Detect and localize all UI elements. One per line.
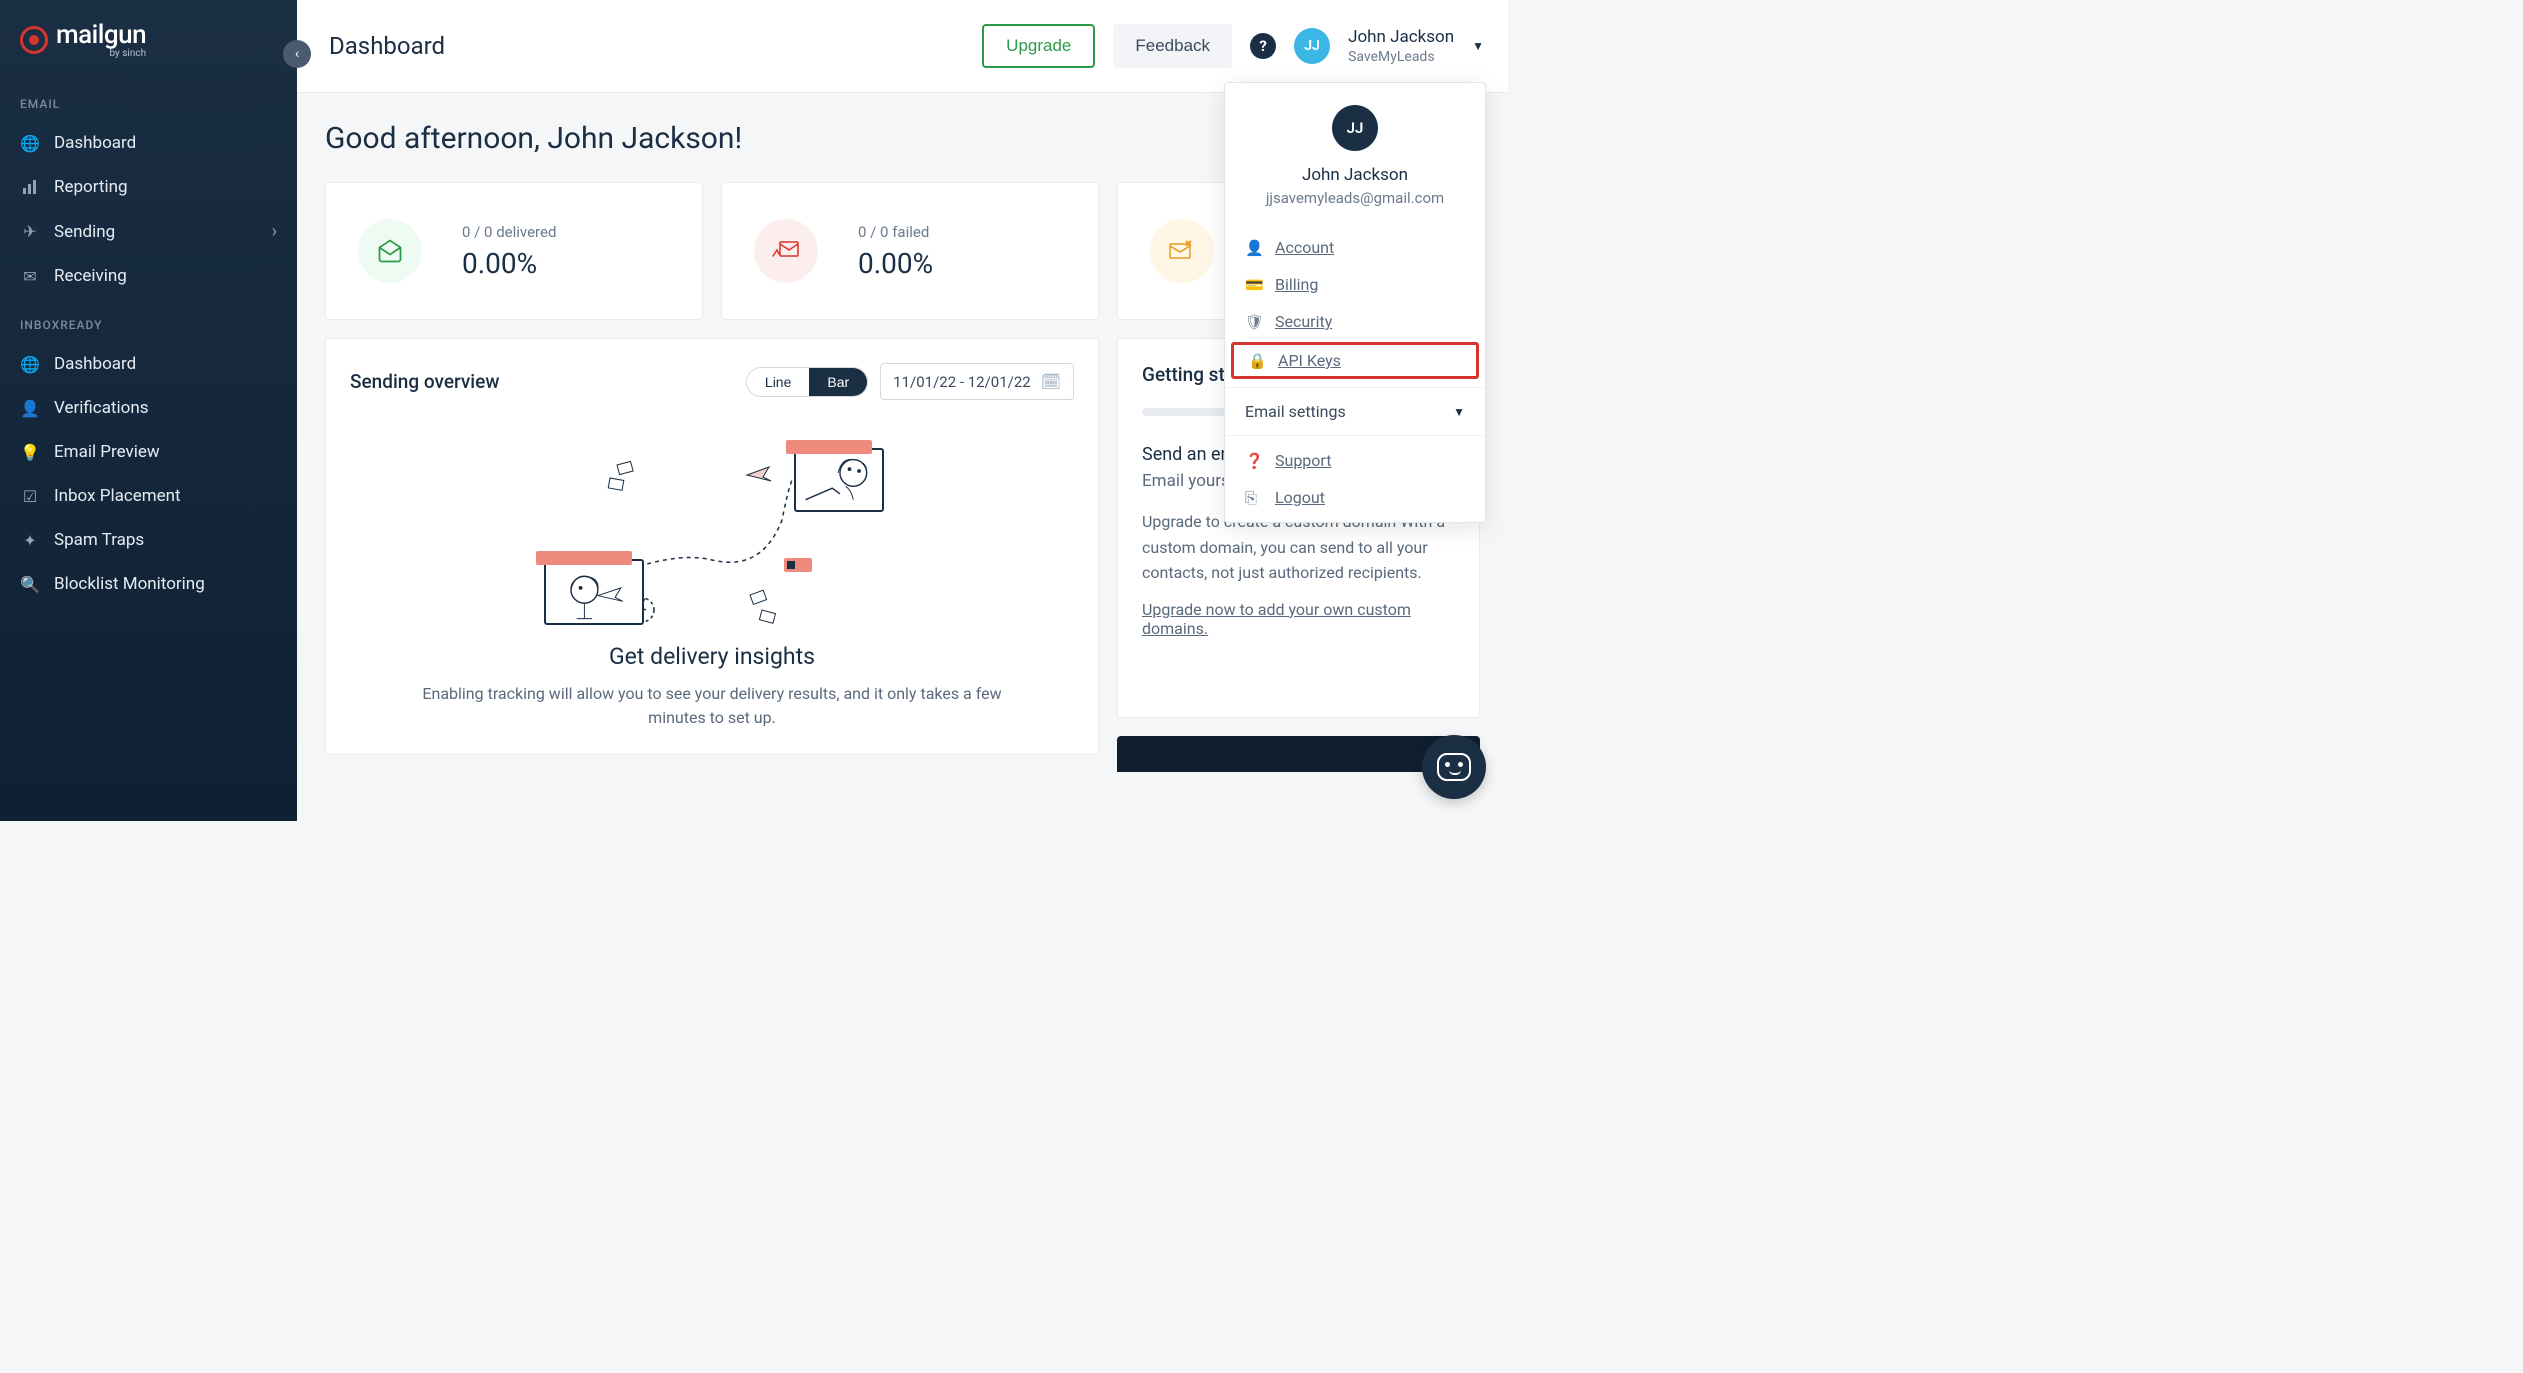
search-icon: 🔍	[20, 574, 40, 594]
dd-expand-label: Email settings	[1245, 402, 1346, 421]
user-plus-icon: 👤	[20, 398, 40, 418]
lock-icon: 🔒	[1248, 352, 1266, 370]
inbox-icon: ✉	[20, 266, 40, 286]
dropdown-item-security[interactable]: 🛡 Security	[1225, 303, 1485, 340]
sidebar: mailgun by sinch ‹ EMAIL 🌐 Dashboard Rep…	[0, 0, 297, 821]
upgrade-link[interactable]: Upgrade now to add your own custom domai…	[1142, 600, 1411, 638]
chart-type-bar[interactable]: Bar	[809, 368, 867, 396]
mailgun-logo-icon	[20, 26, 48, 54]
nav-label: Reporting	[54, 177, 128, 197]
checkbox-icon: ☑	[20, 486, 40, 506]
user-dropdown: JJ John Jackson jjsavemyleads@gmail.com …	[1224, 82, 1486, 523]
stat-delivered-label: 0 / 0 delivered	[462, 223, 556, 241]
sidebar-item-ir-dashboard[interactable]: 🌐 Dashboard	[0, 342, 297, 386]
overview-title: Sending overview	[350, 370, 499, 393]
dd-label: Billing	[1275, 275, 1318, 294]
sidebar-item-reporting[interactable]: Reporting	[0, 165, 297, 209]
chart-type-line[interactable]: Line	[747, 368, 809, 396]
dropdown-item-logout[interactable]: ⎘ Logout	[1225, 479, 1485, 516]
sidebar-item-dashboard[interactable]: 🌐 Dashboard	[0, 121, 297, 165]
chart-type-toggle: Line Bar	[746, 367, 868, 397]
date-range-value: 11/01/22 - 12/01/22	[893, 373, 1031, 391]
dropdown-user-name: John Jackson	[1241, 165, 1469, 185]
nodes-icon: ✦	[20, 530, 40, 550]
chevron-down-icon: ▼	[1453, 405, 1465, 419]
dd-label: Account	[1275, 238, 1334, 257]
mail-warning-icon	[1150, 219, 1214, 283]
chart-empty-desc: Enabling tracking will allow you to see …	[392, 682, 1032, 730]
nav-label: Sending	[54, 222, 115, 242]
nav-label: Inbox Placement	[54, 486, 181, 506]
user-org: SaveMyLeads	[1348, 48, 1454, 66]
chevron-down-icon[interactable]: ▼	[1472, 39, 1484, 53]
empty-state-illustration	[532, 430, 892, 625]
dropdown-avatar: JJ	[1332, 105, 1378, 151]
page-title: Dashboard	[329, 32, 445, 60]
dd-label: API Keys	[1278, 351, 1341, 370]
topbar: Dashboard Upgrade Feedback ? JJ John Jac…	[297, 0, 1508, 93]
sidebar-item-sending[interactable]: ✈ Sending ›	[0, 209, 297, 254]
calendar-icon: 🗓	[1041, 372, 1061, 391]
bars-icon	[20, 177, 40, 197]
dropdown-item-account[interactable]: 👤 Account	[1225, 229, 1485, 266]
globe-icon: 🌐	[20, 354, 40, 374]
help-icon[interactable]: ?	[1250, 33, 1276, 59]
bulb-icon: 💡	[20, 442, 40, 462]
stat-failed-value: 0.00%	[858, 247, 933, 280]
stat-card-delivered: 0 / 0 delivered 0.00%	[325, 182, 703, 320]
sending-overview-panel: Sending overview Line Bar 11/01/22 - 12/…	[325, 338, 1099, 755]
sidebar-item-blocklist[interactable]: 🔍 Blocklist Monitoring	[0, 562, 297, 606]
sidebar-section-inboxready: INBOXREADY	[0, 298, 297, 342]
nav-label: Dashboard	[54, 133, 136, 153]
user-menu-trigger[interactable]: John Jackson SaveMyLeads	[1348, 26, 1454, 66]
sidebar-item-email-preview[interactable]: 💡 Email Preview	[0, 430, 297, 474]
stat-delivered-value: 0.00%	[462, 247, 556, 280]
nav-label: Receiving	[54, 266, 127, 286]
avatar[interactable]: JJ	[1294, 28, 1330, 64]
sidebar-item-verifications[interactable]: 👤 Verifications	[0, 386, 297, 430]
sidebar-collapse-button[interactable]: ‹	[283, 40, 311, 68]
chat-widget-button[interactable]	[1422, 735, 1486, 799]
feedback-button[interactable]: Feedback	[1113, 24, 1232, 68]
dropdown-item-api-keys[interactable]: 🔒 API Keys	[1231, 342, 1479, 379]
upgrade-button[interactable]: Upgrade	[982, 24, 1095, 68]
dd-label: Support	[1275, 451, 1331, 470]
sidebar-item-receiving[interactable]: ✉ Receiving	[0, 254, 297, 298]
sidebar-item-spam-traps[interactable]: ✦ Spam Traps	[0, 518, 297, 562]
nav-label: Email Preview	[54, 442, 160, 462]
mail-bounce-icon	[754, 219, 818, 283]
brand-logo[interactable]: mailgun by sinch	[0, 20, 297, 77]
brand-name: mailgun	[56, 20, 146, 50]
plane-icon: ✈	[20, 222, 40, 242]
nav-label: Spam Traps	[54, 530, 144, 550]
logout-icon: ⎘	[1245, 489, 1263, 507]
globe-icon: 🌐	[20, 133, 40, 153]
dropdown-item-billing[interactable]: 💳 Billing	[1225, 266, 1485, 303]
dropdown-email-settings[interactable]: Email settings ▼	[1225, 387, 1485, 436]
help-icon: ❓	[1245, 452, 1263, 470]
stat-card-failed: 0 / 0 failed 0.00%	[721, 182, 1099, 320]
bot-icon	[1437, 753, 1471, 781]
date-range-picker[interactable]: 11/01/22 - 12/01/22 🗓	[880, 363, 1074, 400]
nav-label: Verifications	[54, 398, 149, 418]
card-icon: 💳	[1245, 276, 1263, 294]
stat-failed-label: 0 / 0 failed	[858, 223, 933, 241]
sidebar-item-inbox-placement[interactable]: ☑ Inbox Placement	[0, 474, 297, 518]
person-icon: 👤	[1245, 239, 1263, 257]
chevron-right-icon: ›	[272, 221, 277, 242]
dd-label: Logout	[1275, 488, 1325, 507]
nav-label: Blocklist Monitoring	[54, 574, 205, 594]
dropdown-item-support[interactable]: ❓ Support	[1225, 442, 1485, 479]
sidebar-section-email: EMAIL	[0, 77, 297, 121]
dd-label: Security	[1275, 312, 1332, 331]
mail-open-icon	[358, 219, 422, 283]
user-name: John Jackson	[1348, 26, 1454, 48]
nav-label: Dashboard	[54, 354, 136, 374]
dropdown-user-email: jjsavemyleads@gmail.com	[1241, 189, 1469, 207]
chart-empty-title: Get delivery insights	[609, 643, 815, 670]
shield-icon: 🛡	[1245, 313, 1263, 331]
